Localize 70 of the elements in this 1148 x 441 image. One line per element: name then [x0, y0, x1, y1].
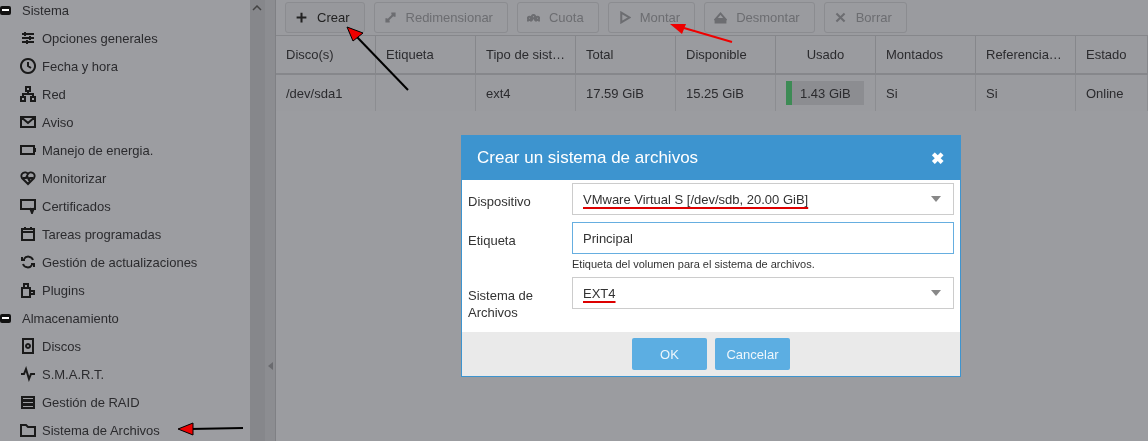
sidebar-item[interactable]: Red — [42, 86, 66, 102]
field-hint: Etiqueta del volumen para el sistema de archivos. — [572, 258, 816, 270]
resize-icon — [383, 11, 397, 24]
play-icon — [617, 11, 631, 24]
dropdown-field[interactable]: EXT4 — [572, 277, 954, 309]
toolbar-button[interactable]: Crear — [285, 2, 365, 33]
nav-icon — [20, 170, 36, 186]
sidebar-item[interactable]: Discos — [42, 338, 81, 354]
column-header[interactable]: Total — [576, 36, 676, 73]
annotation-arrow — [670, 24, 733, 43]
table-cell: /dev/sda1 — [286, 85, 343, 101]
table-cell: ext4 — [486, 85, 511, 101]
column-header[interactable]: Referencia… — [976, 36, 1076, 73]
column-header[interactable]: Usado — [776, 36, 876, 73]
sidebar-item[interactable]: Fecha y hora — [42, 58, 118, 74]
nav-icon — [20, 58, 36, 74]
table-cell: Online — [1086, 85, 1124, 101]
nav-icon — [20, 422, 36, 438]
sidebar-group[interactable]: Sistema — [22, 2, 69, 18]
nav-icon — [20, 254, 36, 270]
close-button[interactable]: ✖ — [931, 148, 944, 168]
nav-icon — [20, 282, 36, 298]
close-icon — [833, 11, 847, 24]
column-header[interactable]: Estado — [1076, 36, 1148, 73]
sidebar-item[interactable]: Manejo de energia. — [42, 142, 154, 158]
usage-reading: 1.43 GiB — [800, 85, 851, 101]
scrollbar[interactable] — [250, 0, 265, 441]
sidebar-item[interactable]: Opciones generales — [42, 30, 158, 46]
table-cell: Si — [886, 85, 898, 101]
nav-icon — [20, 142, 36, 158]
nav-icon — [20, 30, 36, 46]
table-cell: 15.25 GiB — [686, 85, 744, 101]
scroll-up-icon[interactable] — [252, 5, 262, 11]
sidebar-item[interactable]: Monitorizar — [42, 170, 107, 186]
column-header[interactable]: Montados — [876, 36, 976, 73]
sidebar-item[interactable]: Plugins — [42, 282, 85, 298]
sidebar-item[interactable]: Tareas programadas — [42, 226, 162, 242]
nav-icon — [20, 338, 36, 354]
collapse-icon[interactable] — [0, 5, 11, 15]
dropdown-caret-icon[interactable] — [931, 290, 941, 296]
nav-icon — [20, 366, 36, 382]
field-label: Etiqueta — [468, 232, 517, 250]
field-label: Dispositivo — [468, 193, 532, 211]
sidebar-item[interactable]: Sistema de Archivos — [42, 422, 160, 438]
plus-icon — [295, 11, 308, 24]
sidebar-item[interactable]: Gestión de RAID — [42, 394, 140, 410]
sidebar-group[interactable]: Almacenamiento — [22, 310, 119, 326]
sidebar-item[interactable]: Certificados — [42, 198, 111, 214]
column-header[interactable]: Disponible — [676, 36, 776, 73]
collapse-icon[interactable] — [0, 313, 11, 323]
sidebar-item[interactable]: S.M.A.R.T. — [42, 366, 105, 382]
nav-icon — [20, 114, 36, 130]
table-cell: Si — [986, 85, 998, 101]
text-field[interactable]: Principal — [572, 222, 954, 254]
sidebar-item[interactable]: Aviso — [42, 114, 74, 130]
dropdown-field[interactable]: VMware Virtual S [/dev/sdb, 20.00 GiB] — [572, 183, 954, 215]
dialog-title: Crear un sistema de archivos — [477, 148, 699, 168]
users-icon — [526, 11, 540, 24]
dropdown-caret-icon[interactable] — [931, 196, 941, 202]
sidebar-item[interactable]: Gestión de actualizaciones — [42, 254, 198, 270]
nav-icon — [20, 226, 36, 242]
eject-icon — [714, 11, 728, 24]
annotation-arrow — [177, 422, 244, 436]
column-header[interactable]: Tipo de sist… — [476, 36, 576, 73]
field-label: Sistema de Archivos — [468, 287, 535, 321]
column-header[interactable]: Etiqueta — [376, 36, 476, 73]
nav-icon — [20, 86, 36, 102]
table-cell: 17.59 GiB — [586, 85, 644, 101]
nav-icon — [20, 394, 36, 410]
nav-icon — [20, 198, 36, 214]
